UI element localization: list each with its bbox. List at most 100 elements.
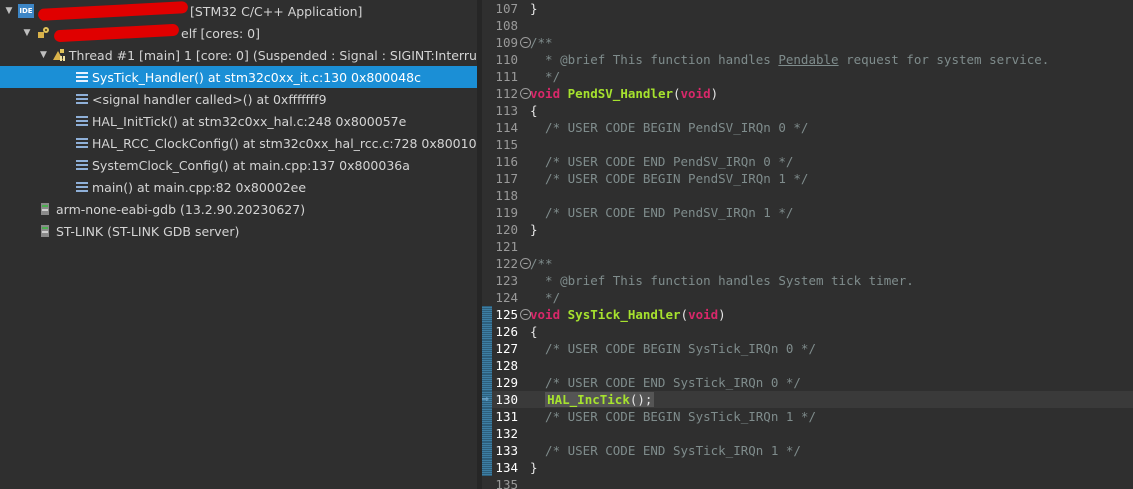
- stack-frame-icon: [76, 94, 88, 104]
- code-text: /* USER CODE BEGIN PendSV_IRQn 0 */: [530, 119, 808, 136]
- tree-item-gdb[interactable]: arm-none-eabi-gdb (13.2.90.20230627): [0, 198, 477, 220]
- code-line[interactable]: 114 /* USER CODE BEGIN PendSV_IRQn 0 */: [482, 119, 1133, 136]
- line-number: 124: [495, 290, 518, 305]
- code-line[interactable]: 120}: [482, 221, 1133, 238]
- line-number: 117: [495, 171, 518, 186]
- stack-frame-label: main() at main.cpp:82 0x80002ee: [92, 179, 307, 195]
- line-number: 128: [495, 358, 518, 373]
- code-token: request for system service.: [838, 52, 1050, 67]
- code-text: {: [530, 102, 538, 119]
- stack-frame-item[interactable]: HAL_InitTick() at stm32c0xx_hal.c:248 0x…: [0, 110, 477, 132]
- code-token: }: [530, 222, 538, 237]
- current-statement-highlight: HAL_IncTick();: [545, 392, 655, 407]
- code-line[interactable]: 113 {: [482, 102, 1133, 119]
- code-token: {: [530, 324, 538, 339]
- code-line[interactable]: 127 /* USER CODE BEGIN SysTick_IRQn 0 */: [482, 340, 1133, 357]
- code-token: /* USER CODE BEGIN SysTick_IRQn 0 */: [530, 341, 816, 356]
- stack-frame-item[interactable]: <signal handler called>() at 0xfffffff9: [0, 88, 477, 110]
- process-label: elf [cores: 0]: [181, 25, 261, 41]
- stack-frame-item[interactable]: main() at main.cpp:82 0x80002ee: [0, 176, 477, 198]
- stack-frame-label: HAL_RCC_ClockConfig() at stm32c0xx_hal_r…: [92, 135, 477, 151]
- code-line[interactable]: 118: [482, 187, 1133, 204]
- code-token: void: [530, 86, 561, 101]
- code-line[interactable]: 133 /* USER CODE END SysTick_IRQn 1 */: [482, 442, 1133, 459]
- code-line[interactable]: 129 /* USER CODE END SysTick_IRQn 0 */: [482, 374, 1133, 391]
- line-number: 135: [495, 477, 518, 489]
- line-number: 122: [495, 256, 518, 271]
- code-line[interactable]: 126 {: [482, 323, 1133, 340]
- code-text: }: [530, 459, 538, 476]
- code-line[interactable]: 112− void PendSV_Handler(void): [482, 85, 1133, 102]
- code-editor[interactable]: 107} 108 109−/** 110 * @brief This function…: [482, 0, 1133, 489]
- tree-item-process[interactable]: ▼ elf [cores: 0]: [0, 22, 477, 44]
- redaction-mark: [37, 1, 189, 21]
- code-text: }: [530, 221, 538, 238]
- code-text: /* USER CODE END PendSV_IRQn 1 */: [530, 204, 793, 221]
- code-line[interactable]: 117 /* USER CODE BEGIN PendSV_IRQn 1 */: [482, 170, 1133, 187]
- redaction-mark: [53, 23, 180, 43]
- ide-app-icon: IDE: [18, 4, 34, 18]
- stack-frame-icon: [76, 182, 88, 192]
- code-text: /* USER CODE END SysTick_IRQn 0 */: [530, 374, 801, 391]
- stack-frame-icon: [76, 160, 88, 170]
- line-number: 111: [495, 69, 518, 84]
- line-number: 121: [495, 239, 518, 254]
- stack-frame-item[interactable]: SystemClock_Config() at main.cpp:137 0x8…: [0, 154, 477, 176]
- code-line[interactable]: 110 * @brief This function handles Penda…: [482, 51, 1133, 68]
- code-token: }: [530, 460, 538, 475]
- code-line[interactable]: 121: [482, 238, 1133, 255]
- code-line[interactable]: 125− void SysTick_Handler(void): [482, 306, 1133, 323]
- line-number: 126: [495, 324, 518, 339]
- code-line[interactable]: 124 */: [482, 289, 1133, 306]
- code-token: * @brief This function handles System ti…: [530, 273, 914, 288]
- stack-frame-item[interactable]: HAL_RCC_ClockConfig() at stm32c0xx_hal_r…: [0, 132, 477, 154]
- collapse-chevron-icon[interactable]: ▼: [40, 50, 47, 60]
- line-number: 130: [495, 392, 518, 407]
- code-token: ): [718, 307, 726, 322]
- code-line[interactable]: 119 /* USER CODE END PendSV_IRQn 1 */: [482, 204, 1133, 221]
- code-line[interactable]: 107}: [482, 0, 1133, 17]
- code-token: /* USER CODE END SysTick_IRQn 1 */: [530, 443, 801, 458]
- code-line[interactable]: 132: [482, 425, 1133, 442]
- code-text: /* USER CODE END PendSV_IRQn 0 */: [530, 153, 793, 170]
- code-line[interactable]: ⇨ 130 HAL_IncTick();: [482, 391, 1133, 408]
- line-number: 115: [495, 137, 518, 152]
- line-number: 133: [495, 443, 518, 458]
- code-text: /**: [530, 255, 553, 272]
- code-text: {: [530, 323, 538, 340]
- collapse-chevron-icon[interactable]: ▼: [4, 6, 14, 16]
- code-token: void: [688, 307, 719, 322]
- code-line[interactable]: 128: [482, 357, 1133, 374]
- code-line[interactable]: 111 */: [482, 68, 1133, 85]
- line-number: 108: [495, 18, 518, 33]
- tree-item-thread[interactable]: ▼ Thread #1 [main] 1 [core: 0] (Suspende…: [0, 44, 477, 66]
- code-token: PendSV_Handler: [567, 86, 673, 101]
- code-line[interactable]: 115: [482, 136, 1133, 153]
- code-token: * @brief This function handles: [530, 52, 779, 67]
- code-line[interactable]: 131 /* USER CODE BEGIN SysTick_IRQn 1 */: [482, 408, 1133, 425]
- code-token: /* USER CODE END SysTick_IRQn 0 */: [530, 375, 801, 390]
- code-text: */: [530, 68, 560, 85]
- code-text: }: [530, 0, 538, 17]
- code-token: /* USER CODE END PendSV_IRQn 0 */: [530, 154, 794, 169]
- code-line[interactable]: 109−/**: [482, 34, 1133, 51]
- code-line[interactable]: 134}: [482, 459, 1133, 476]
- stlink-label: ST-LINK (ST-LINK GDB server): [56, 223, 240, 239]
- collapse-chevron-icon[interactable]: ▼: [22, 28, 32, 38]
- debug-view: ▼ IDE [STM32 C/C++ Application] ▼ elf [c…: [0, 0, 477, 489]
- line-number: 119: [495, 205, 518, 220]
- tree-item-stlink[interactable]: ST-LINK (ST-LINK GDB server): [0, 220, 477, 242]
- code-token: /**: [530, 35, 553, 50]
- code-line[interactable]: 122−/**: [482, 255, 1133, 272]
- code-line[interactable]: 116 /* USER CODE END PendSV_IRQn 0 */: [482, 153, 1133, 170]
- code-line[interactable]: 135: [482, 476, 1133, 489]
- stack-frame-icon: [76, 72, 88, 82]
- code-token: ();: [629, 392, 653, 407]
- tree-item-launch[interactable]: ▼ IDE [STM32 C/C++ Application]: [0, 0, 477, 22]
- stack-frame-item[interactable]: SysTick_Handler() at stm32c0xx_it.c:130 …: [0, 66, 477, 88]
- code-token: ): [710, 86, 719, 101]
- code-line[interactable]: 108: [482, 17, 1133, 34]
- code-token: HAL_IncTick: [547, 392, 630, 407]
- code-line[interactable]: 123 * @brief This function handles Syste…: [482, 272, 1133, 289]
